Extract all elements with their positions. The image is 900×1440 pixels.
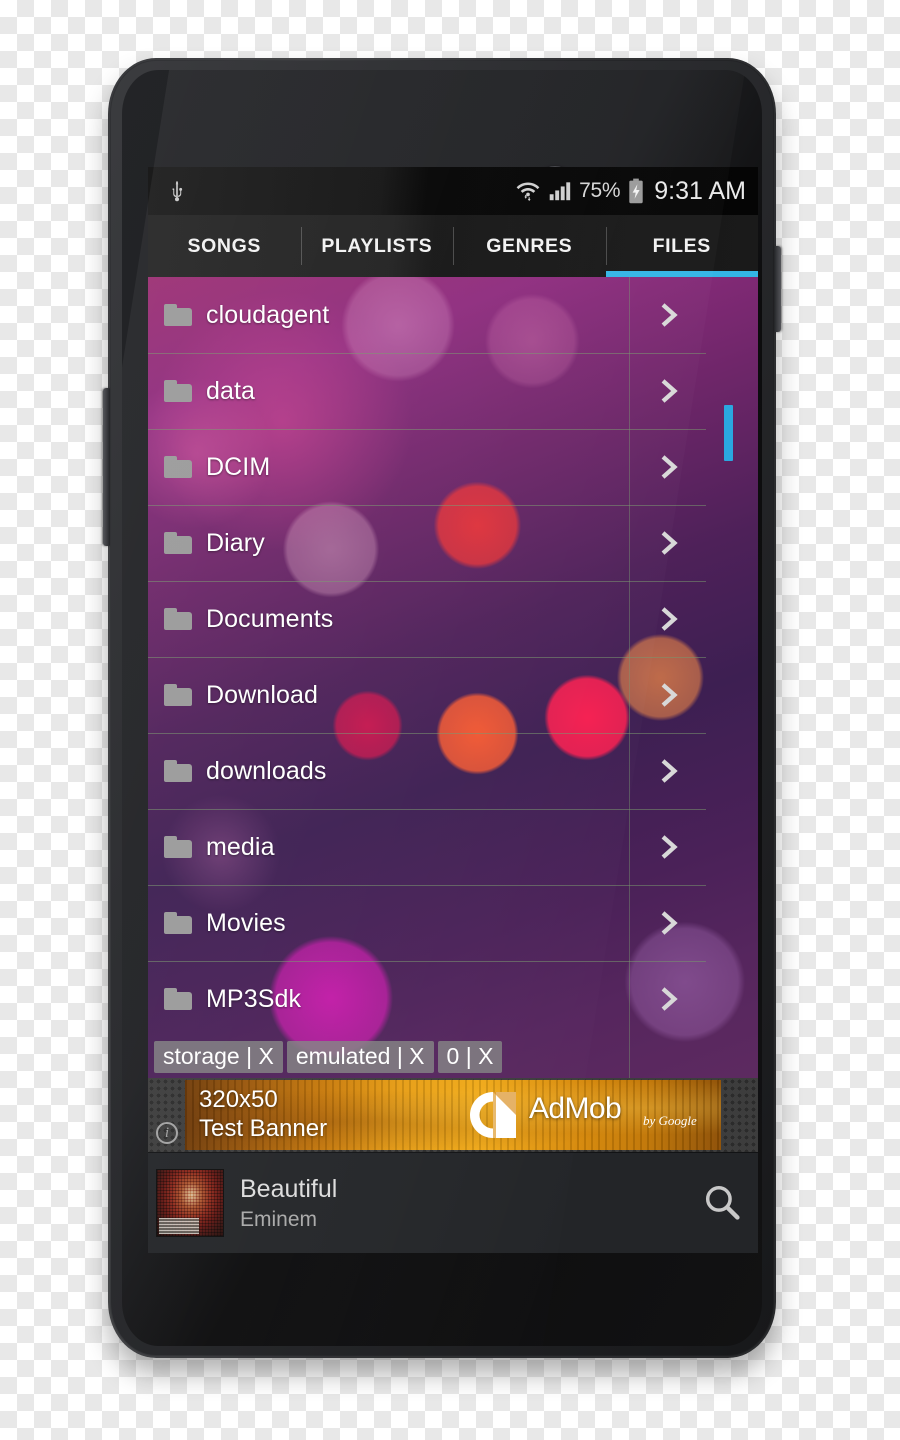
breadcrumb: storage | X emulated | X 0 | X — [154, 1040, 503, 1073]
list-item-label: Documents — [206, 604, 334, 633]
tab-label: PLAYLISTS — [321, 234, 433, 257]
tab-label: GENRES — [486, 234, 573, 257]
folder-icon — [164, 456, 192, 478]
list-item[interactable]: Download — [148, 657, 758, 733]
breadcrumb-chip-storage[interactable]: storage | X — [154, 1040, 283, 1073]
folder-icon — [164, 836, 192, 858]
folder-icon — [164, 912, 192, 934]
folder-icon — [164, 760, 192, 782]
ad-text: 320x50 Test Banner — [199, 1085, 327, 1144]
cell-signal-icon — [547, 178, 573, 204]
power-button[interactable] — [774, 246, 781, 332]
page-root: 75% 9:31 AM SONGS PLAYLISTS GENRES FILES… — [0, 0, 900, 1440]
list-item[interactable]: media — [148, 809, 758, 885]
now-playing-meta: Beautiful Eminem — [240, 1175, 337, 1232]
status-bar: 75% 9:31 AM — [148, 167, 758, 215]
clock-label: 9:31 AM — [654, 176, 746, 205]
list-item-label: cloudagent — [206, 300, 330, 329]
chevron-right-icon — [656, 758, 682, 784]
chevron-right-icon — [656, 910, 682, 936]
phone-device: 75% 9:31 AM SONGS PLAYLISTS GENRES FILES… — [103, 58, 781, 1358]
chevron-right-icon — [656, 530, 682, 556]
chevron-right-icon — [656, 378, 682, 404]
list-item[interactable]: MP3Sdk — [148, 961, 758, 1037]
breadcrumb-chip-emulated[interactable]: emulated | X — [286, 1040, 434, 1073]
list-vertical-divider — [629, 277, 630, 1078]
list-item-label: media — [206, 832, 275, 861]
breadcrumb-chip-zero[interactable]: 0 | X — [437, 1040, 503, 1073]
chevron-right-icon — [656, 682, 682, 708]
chevron-right-icon — [656, 454, 682, 480]
folder-icon — [164, 608, 192, 630]
admob-logo-icon — [467, 1089, 519, 1141]
list-item-label: downloads — [206, 756, 327, 785]
list-item-label: DCIM — [206, 452, 271, 481]
folder-icon — [164, 532, 192, 554]
file-list[interactable]: cloudagent data DCIM Diary Documents Dow… — [148, 277, 758, 1078]
ad-creative[interactable]: 320x50 Test Banner AdMob by Google — [185, 1080, 721, 1150]
chevron-right-icon — [656, 834, 682, 860]
list-item[interactable]: Diary — [148, 505, 758, 581]
chevron-right-icon — [656, 606, 682, 632]
ad-line-2: Test Banner — [199, 1115, 328, 1143]
tab-label: FILES — [652, 234, 711, 257]
tab-label: SONGS — [187, 234, 261, 257]
album-art[interactable] — [156, 1169, 224, 1237]
list-item[interactable]: data — [148, 353, 758, 429]
list-item-label: Movies — [206, 908, 286, 937]
list-item-label: MP3Sdk — [206, 984, 302, 1013]
list-item[interactable]: Documents — [148, 581, 758, 657]
tab-files[interactable]: FILES — [605, 215, 759, 277]
folder-icon — [164, 304, 192, 326]
battery-percent-label: 75% — [579, 179, 621, 202]
list-item[interactable]: downloads — [148, 733, 758, 809]
now-playing-title: Beautiful — [240, 1174, 338, 1203]
ad-brand-label: AdMob — [529, 1092, 622, 1125]
status-bar-right-group: 75% 9:31 AM — [515, 177, 746, 206]
search-icon[interactable] — [700, 1181, 744, 1225]
tab-bar: SONGS PLAYLISTS GENRES FILES — [148, 215, 758, 277]
list-item[interactable]: Movies — [148, 885, 758, 961]
ad-line-1: 320x50 — [199, 1086, 278, 1113]
ad-info-icon[interactable]: i — [156, 1122, 178, 1144]
tab-genres[interactable]: GENRES — [453, 215, 606, 277]
wifi-icon — [515, 178, 541, 204]
tab-playlists[interactable]: PLAYLISTS — [300, 215, 454, 277]
list-item-label: data — [206, 376, 256, 405]
now-playing-artist: Eminem — [240, 1207, 318, 1231]
phone-screen: 75% 9:31 AM SONGS PLAYLISTS GENRES FILES… — [148, 167, 758, 1253]
chevron-right-icon — [656, 302, 682, 328]
phone-front-face: 75% 9:31 AM SONGS PLAYLISTS GENRES FILES… — [122, 70, 762, 1346]
chevron-right-icon — [656, 986, 682, 1012]
list-item[interactable]: cloudagent — [148, 277, 758, 353]
list-item-label: Diary — [206, 528, 265, 557]
list-item-label: Download — [206, 680, 318, 709]
scrollbar-thumb[interactable] — [724, 405, 733, 461]
battery-charging-icon — [626, 178, 646, 204]
folder-icon — [164, 380, 192, 402]
folder-icon — [164, 988, 192, 1010]
tab-songs[interactable]: SONGS — [148, 215, 301, 277]
now-playing-bar[interactable]: Beautiful Eminem — [148, 1152, 758, 1253]
ad-byline-label: by Google — [643, 1113, 697, 1128]
folder-icon — [164, 684, 192, 706]
volume-rocker-button[interactable] — [103, 388, 110, 546]
ad-banner[interactable]: i 320x50 Test Banner AdMob by Google — [148, 1078, 758, 1152]
list-item[interactable]: DCIM — [148, 429, 758, 505]
usb-icon — [166, 179, 188, 203]
